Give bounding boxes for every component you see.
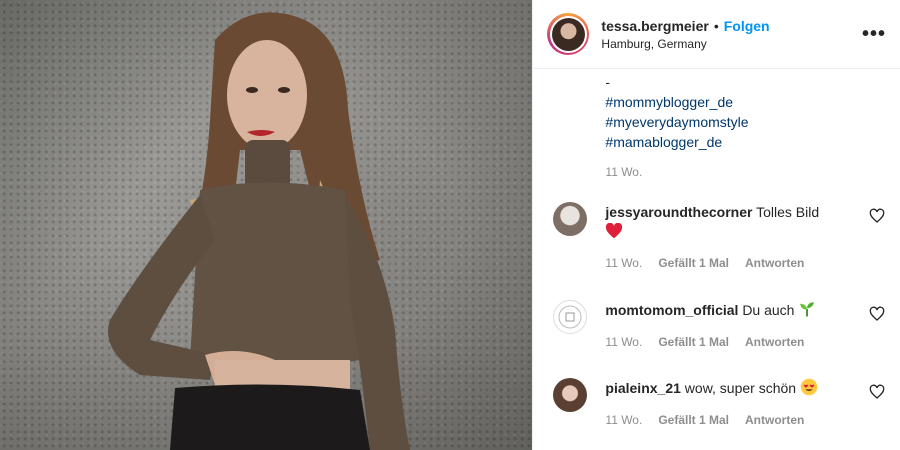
caption-timestamp[interactable]: 11 Wo.	[605, 162, 748, 182]
instagram-post: tessa.bergmeier • Folgen Hamburg, German…	[0, 0, 900, 450]
author-line: tessa.bergmeier • Folgen	[601, 18, 862, 34]
commenter-username[interactable]: jessyaroundthecorner	[605, 204, 752, 220]
avatar-inner	[549, 15, 587, 53]
comment-timestamp[interactable]: 11 Wo.	[605, 256, 642, 270]
commenter-username[interactable]: momtomom_official	[605, 302, 738, 318]
post-side-panel: tessa.bergmeier • Folgen Hamburg, German…	[532, 0, 900, 450]
woman-figure-illustration	[108, 12, 410, 450]
post-photo[interactable]	[0, 0, 533, 450]
comment-timestamp[interactable]: 11 Wo.	[605, 335, 642, 349]
caption-dash: -	[605, 74, 611, 90]
comment-item: momtomom_official Du auch 11 Wo. Gefällt…	[553, 300, 893, 349]
like-heart-icon[interactable]	[869, 306, 885, 322]
hashtag-link[interactable]: #mommyblogger_de	[605, 92, 748, 112]
like-heart-icon[interactable]	[869, 384, 885, 400]
hashtag-link[interactable]: #mamablogger_de	[605, 132, 748, 152]
post-header: tessa.bergmeier • Folgen Hamburg, German…	[533, 0, 900, 69]
more-options-icon[interactable]: •••	[862, 23, 886, 46]
red-heart-emoji	[605, 222, 623, 244]
heart-eyes-emoji	[800, 378, 818, 401]
comment-message: Tolles Bild	[756, 204, 820, 220]
seedling-emoji	[798, 300, 816, 323]
reply-button[interactable]: Antworten	[745, 413, 804, 427]
reply-button[interactable]: Antworten	[745, 256, 804, 270]
comment-text: momtomom_official Du auch	[605, 300, 893, 323]
hashtag-link[interactable]: #myeverydaymomstyle	[605, 112, 748, 132]
comment-item: jessyaroundthecorner Tolles Bild 11 Wo. …	[553, 202, 893, 270]
comment-message: Du auch	[742, 302, 795, 319]
post-caption: - #mommyblogger_de #myeverydaymomstyle #…	[605, 72, 748, 182]
avatar-image	[551, 17, 585, 51]
author-info: tessa.bergmeier • Folgen Hamburg, German…	[601, 18, 862, 51]
comment-likes[interactable]: Gefällt 1 Mal	[658, 335, 729, 349]
comment-item: pialeinx_21 wow, super schön 11 Wo. Gefä…	[553, 378, 893, 427]
reply-button[interactable]: Antworten	[745, 335, 804, 349]
commenter-avatar[interactable]	[553, 378, 588, 412]
separator-dot: •	[713, 17, 719, 34]
like-heart-icon[interactable]	[869, 208, 885, 224]
commenter-username[interactable]: pialeinx_21	[605, 380, 681, 396]
comment-likes[interactable]: Gefällt 1 Mal	[658, 256, 729, 270]
post-location[interactable]: Hamburg, Germany	[601, 37, 862, 51]
comment-text: jessyaroundthecorner Tolles Bild	[605, 202, 893, 244]
comment-timestamp[interactable]: 11 Wo.	[605, 413, 642, 427]
follow-button[interactable]: Folgen	[724, 18, 770, 34]
comment-message: wow, super schön	[684, 380, 797, 397]
logo-badge-icon	[558, 305, 582, 329]
comment-meta: 11 Wo. Gefällt 1 Mal Antworten	[605, 335, 893, 349]
comment-likes[interactable]: Gefällt 1 Mal	[658, 413, 729, 427]
comment-meta: 11 Wo. Gefällt 1 Mal Antworten	[605, 413, 893, 427]
author-avatar[interactable]	[547, 13, 590, 55]
comment-meta: 11 Wo. Gefällt 1 Mal Antworten	[605, 256, 893, 270]
commenter-avatar[interactable]	[553, 300, 588, 334]
author-username[interactable]: tessa.bergmeier	[601, 18, 708, 34]
comment-text: pialeinx_21 wow, super schön	[605, 378, 893, 401]
commenter-avatar[interactable]	[553, 202, 588, 236]
